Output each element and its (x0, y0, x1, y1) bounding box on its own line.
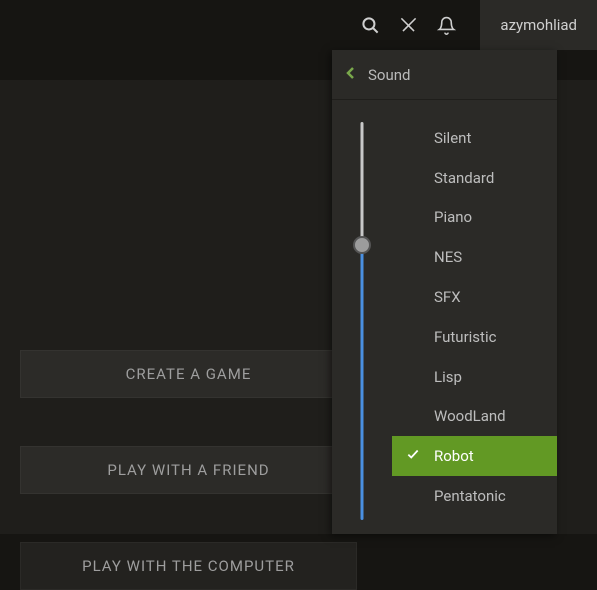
sound-option-label: Piano (434, 208, 472, 226)
play-friend-button[interactable]: PLAY WITH A FRIEND (20, 446, 357, 494)
chevron-left-icon (346, 66, 356, 84)
create-game-button[interactable]: CREATE A GAME (20, 350, 357, 398)
sound-option-label: Standard (434, 169, 494, 187)
sound-option-futuristic[interactable]: Futuristic (392, 317, 557, 357)
sound-option-pentatonic[interactable]: Pentatonic (392, 476, 557, 516)
sound-option-label: Pentatonic (434, 487, 506, 505)
sound-option-piano[interactable]: Piano (392, 198, 557, 238)
create-game-label: CREATE A GAME (126, 365, 252, 383)
volume-slider-col (332, 118, 392, 516)
sound-option-robot[interactable]: Robot (392, 436, 557, 476)
sound-option-label: Futuristic (434, 328, 496, 346)
main-buttons: CREATE A GAME PLAY WITH A FRIEND PLAY WI… (20, 350, 357, 590)
slider-track-upper (361, 122, 364, 245)
sound-option-label: NES (434, 248, 462, 266)
bell-icon[interactable] (436, 15, 456, 35)
sound-option-label: SFX (434, 288, 461, 306)
sound-options-list: Silent Standard Piano NES SFX Futuristic Lisp W… (392, 118, 557, 516)
sound-panel-header[interactable]: Sound (332, 50, 557, 100)
volume-slider[interactable] (352, 122, 372, 520)
sound-option-label: WoodLand (434, 407, 506, 425)
slider-thumb[interactable] (353, 236, 371, 254)
swords-icon[interactable] (398, 15, 418, 35)
topbar-icons (360, 15, 456, 35)
sound-option-standard[interactable]: Standard (392, 158, 557, 198)
sound-option-woodland[interactable]: WoodLand (392, 397, 557, 437)
sound-option-label: Robot (434, 447, 474, 465)
sound-option-nes[interactable]: NES (392, 237, 557, 277)
user-menu[interactable]: azymohliad (480, 0, 597, 50)
slider-track-lower (361, 245, 364, 520)
sound-option-label: Lisp (434, 368, 462, 386)
sound-option-silent[interactable]: Silent (392, 118, 557, 158)
sound-panel-title: Sound (368, 66, 410, 84)
play-computer-label: PLAY WITH THE COMPUTER (82, 557, 295, 575)
play-computer-button[interactable]: PLAY WITH THE COMPUTER (20, 542, 357, 590)
username-label: azymohliad (500, 16, 577, 34)
sound-option-label: Silent (434, 129, 471, 147)
sound-option-lisp[interactable]: Lisp (392, 357, 557, 397)
search-icon[interactable] (360, 15, 380, 35)
sound-panel-body: Silent Standard Piano NES SFX Futuristic Lisp W… (332, 100, 557, 534)
sound-panel: Sound Silent Standard Piano NES SFX Futuristi… (332, 50, 557, 534)
play-friend-label: PLAY WITH A FRIEND (107, 461, 269, 479)
topbar: azymohliad (0, 0, 597, 50)
check-icon (406, 447, 420, 465)
sound-option-sfx[interactable]: SFX (392, 277, 557, 317)
